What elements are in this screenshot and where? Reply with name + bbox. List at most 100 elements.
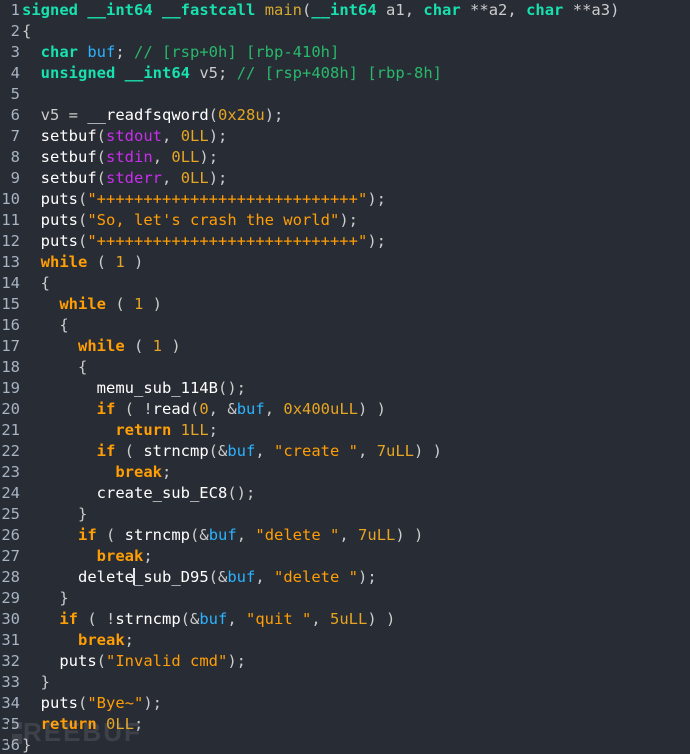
code-line[interactable]: 27 break; (0, 546, 690, 567)
code-content[interactable]: break; (22, 546, 153, 567)
token (22, 463, 115, 481)
code-content[interactable]: return 0LL; (22, 714, 143, 735)
code-content[interactable]: memu_sub_114B(); (22, 378, 246, 399)
code-content[interactable]: puts("++++++++++++++++++++++++++++"); (22, 231, 386, 252)
code-content[interactable]: setbuf(stdin, 0LL); (22, 147, 218, 168)
code-line[interactable]: 29 } (0, 588, 690, 609)
code-content[interactable]: return 1LL; (22, 420, 218, 441)
code-line[interactable]: 3 char buf; // [rsp+0h] [rbp-410h] (0, 42, 690, 63)
code-line[interactable]: 16 { (0, 315, 690, 336)
code-line[interactable]: 7 setbuf(stdout, 0LL); (0, 126, 690, 147)
token: stdin (106, 148, 153, 166)
code-content[interactable]: puts("Invalid cmd"); (22, 651, 246, 672)
code-line[interactable]: 2{ (0, 21, 690, 42)
code-line[interactable]: 9 setbuf(stderr, 0LL); (0, 168, 690, 189)
line-number: 20 (0, 399, 22, 420)
code-line[interactable]: 5 (0, 84, 690, 105)
code-line[interactable]: 31 break; (0, 630, 690, 651)
code-line[interactable]: 35 return 0LL; (0, 714, 690, 735)
token: "delete " (274, 568, 358, 586)
code-content[interactable]: } (22, 588, 69, 609)
code-line[interactable]: 22 if ( strncmp(&buf, "create ", 7uLL) ) (0, 441, 690, 462)
code-content[interactable]: } (22, 504, 87, 525)
code-editor[interactable]: 1signed __int64 __fastcall main(__int64 … (0, 0, 690, 754)
code-line[interactable]: 30 if ( !strncmp(&buf, "quit ", 5uLL) ) (0, 609, 690, 630)
code-content[interactable]: puts("++++++++++++++++++++++++++++"); (22, 189, 386, 210)
token: __int64 (125, 64, 190, 82)
code-line[interactable]: 12 puts("++++++++++++++++++++++++++++"); (0, 231, 690, 252)
line-number: 21 (0, 420, 22, 441)
code-line[interactable]: 13 while ( 1 ) (0, 252, 690, 273)
token (22, 400, 97, 418)
code-content[interactable]: delete_sub_D95(&buf, "delete "); (22, 567, 377, 588)
code-line[interactable]: 34 puts("Bye~"); (0, 693, 690, 714)
token: ); (209, 127, 228, 145)
code-line[interactable]: 21 return 1LL; (0, 420, 690, 441)
code-line[interactable]: 28 delete_sub_D95(&buf, "delete "); (0, 567, 690, 588)
token: "Invalid cmd" (106, 652, 227, 670)
code-line[interactable]: 4 unsigned __int64 v5; // [rsp+408h] [rb… (0, 63, 690, 84)
token (78, 1, 87, 19)
code-content[interactable]: } (22, 735, 31, 754)
code-content[interactable]: break; (22, 630, 134, 651)
code-content[interactable]: setbuf(stdout, 0LL); (22, 126, 227, 147)
code-content[interactable]: { (22, 357, 87, 378)
code-content[interactable]: puts("So, let's crash the world"); (22, 210, 358, 231)
code-content[interactable]: create_sub_EC8(); (22, 483, 255, 504)
code-content[interactable]: } (22, 672, 50, 693)
token: ( (181, 610, 190, 628)
code-line[interactable]: 15 while ( 1 ) (0, 294, 690, 315)
code-content[interactable]: char buf; // [rsp+0h] [rbp-410h] (22, 42, 339, 63)
code-content[interactable]: if ( !strncmp(&buf, "quit ", 5uLL) ) (22, 609, 395, 630)
token: puts (41, 211, 78, 229)
code-content[interactable]: while ( 1 ) (22, 336, 181, 357)
token: ( (190, 526, 199, 544)
token: "So, let's crash the world" (87, 211, 339, 229)
line-number: 4 (0, 63, 22, 84)
code-line[interactable]: 33 } (0, 672, 690, 693)
code-line[interactable]: 25 } (0, 504, 690, 525)
code-line[interactable]: 17 while ( 1 ) (0, 336, 690, 357)
code-content[interactable]: { (22, 21, 31, 42)
line-number: 28 (0, 567, 22, 588)
code-content[interactable]: if ( strncmp(&buf, "create ", 7uLL) ) (22, 441, 442, 462)
code-line[interactable]: 32 puts("Invalid cmd"); (0, 651, 690, 672)
code-content[interactable]: while ( 1 ) (22, 294, 162, 315)
code-content[interactable]: { (22, 273, 50, 294)
token: ; (143, 547, 152, 565)
code-line[interactable]: 6 v5 = __readfsqword(0x28u); (0, 105, 690, 126)
token (22, 106, 41, 124)
token: ** (573, 1, 592, 19)
token: main (265, 1, 302, 19)
code-content[interactable] (22, 84, 31, 105)
code-content[interactable]: setbuf(stderr, 0LL); (22, 168, 227, 189)
code-line[interactable]: 19 memu_sub_114B(); (0, 378, 690, 399)
code-line[interactable]: 18 { (0, 357, 690, 378)
code-content[interactable]: while ( 1 ) (22, 252, 143, 273)
code-content[interactable]: puts("Bye~"); (22, 693, 162, 714)
token (22, 442, 97, 460)
token (22, 337, 78, 355)
token: 0LL (106, 715, 134, 733)
code-line[interactable]: 11 puts("So, let's crash the world"); (0, 210, 690, 231)
code-content[interactable]: v5 = __readfsqword(0x28u); (22, 105, 283, 126)
token: while (78, 337, 125, 355)
code-content[interactable]: break; (22, 462, 171, 483)
code-content[interactable]: unsigned __int64 v5; // [rsp+408h] [rbp-… (22, 63, 442, 84)
code-line[interactable]: 1signed __int64 __fastcall main(__int64 … (0, 0, 690, 21)
token: } (41, 673, 50, 691)
token: ; (209, 421, 218, 439)
code-content[interactable]: if ( strncmp(&buf, "delete ", 7uLL) ) (22, 525, 423, 546)
code-line[interactable]: 26 if ( strncmp(&buf, "delete ", 7uLL) ) (0, 525, 690, 546)
code-line[interactable]: 23 break; (0, 462, 690, 483)
code-line[interactable]: 8 setbuf(stdin, 0LL); (0, 147, 690, 168)
code-line[interactable]: 10 puts("++++++++++++++++++++++++++++"); (0, 189, 690, 210)
code-content[interactable]: if ( !read(0, &buf, 0x400uLL) ) (22, 399, 386, 420)
code-line[interactable]: 14 { (0, 273, 690, 294)
token: v5 (41, 106, 60, 124)
code-line[interactable]: 20 if ( !read(0, &buf, 0x400uLL) ) (0, 399, 690, 420)
code-content[interactable]: { (22, 315, 69, 336)
code-line[interactable]: 24 create_sub_EC8(); (0, 483, 690, 504)
code-line[interactable]: 36} (0, 735, 690, 754)
code-content[interactable]: signed __int64 __fastcall main(__int64 a… (22, 0, 619, 21)
